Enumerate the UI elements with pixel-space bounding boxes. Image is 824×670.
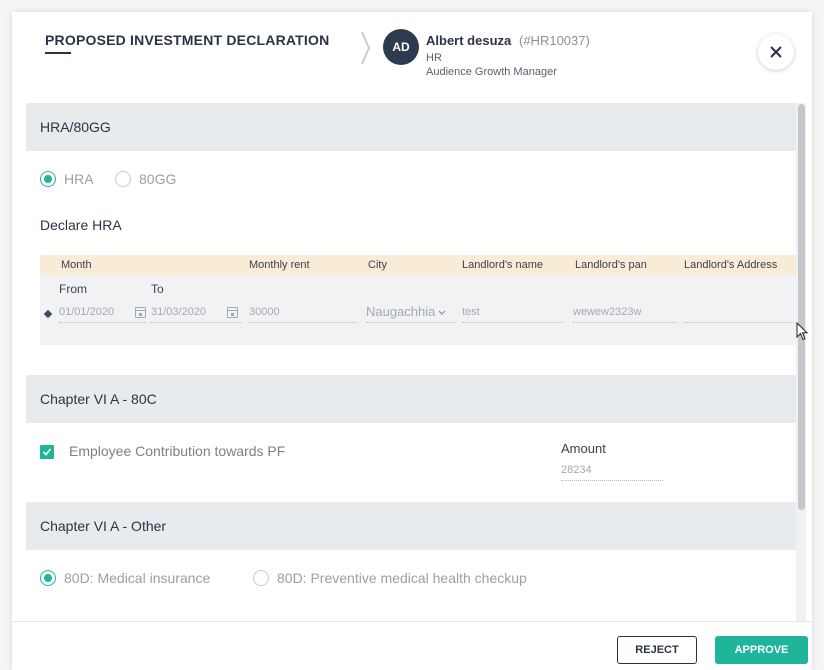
modal-footer: REJECT APPROVE <box>12 621 812 670</box>
checkmark-icon <box>42 448 52 456</box>
from-label: From <box>59 282 87 296</box>
from-date-value: 01/01/2020 <box>59 305 115 318</box>
monthly-rent-value: 30000 <box>249 305 280 318</box>
page-title: PROPOSED INVESTMENT DECLARATION <box>45 32 330 48</box>
amount-input[interactable]: 28234 <box>561 459 663 481</box>
reject-button[interactable]: REJECT <box>617 636 697 664</box>
avatar: AD <box>383 29 419 65</box>
section-header-other: Chapter VI A - Other <box>26 502 796 550</box>
close-button[interactable] <box>758 34 794 70</box>
modal-content: HRA/80GG HRA 80GG Declare HRA Month Mont… <box>26 103 796 621</box>
amount-label: Amount <box>561 441 606 456</box>
to-date-value: 31/03/2020 <box>151 305 207 318</box>
calendar-icon[interactable] <box>135 307 146 318</box>
employee-role: Audience Growth Manager <box>426 66 557 78</box>
landlord-name-value: test <box>462 305 480 318</box>
title-underline <box>45 52 71 54</box>
mouse-cursor-icon <box>796 322 809 341</box>
radio-label: 80D: Medical insurance <box>64 570 211 586</box>
column-month: Month <box>61 259 92 271</box>
to-date-input[interactable]: 31/03/2020 <box>151 301 241 323</box>
column-landlord-pan: Landlord's pan <box>575 259 647 271</box>
radio-label: 80GG <box>139 171 177 187</box>
amount-value: 28234 <box>561 463 592 476</box>
approve-button[interactable]: APPROVE <box>715 636 808 664</box>
employee-id: (#HR10037) <box>519 33 590 48</box>
radio-medical-insurance[interactable]: 80D: Medical insurance <box>40 570 210 586</box>
column-city: City <box>368 259 387 271</box>
city-value: Naugachhia <box>366 304 436 319</box>
scrollbar-thumb[interactable] <box>798 104 805 510</box>
section-header-80c: Chapter VI A - 80C <box>26 375 796 423</box>
modal-header: PROPOSED INVESTMENT DECLARATION AD Alber… <box>12 12 812 102</box>
radio-unselected-icon <box>253 570 269 586</box>
landlord-pan-value: wewew2323w <box>573 305 642 318</box>
radio-80gg[interactable]: 80GG <box>115 171 176 187</box>
column-landlord-name: Landlord's name <box>462 259 543 271</box>
landlord-name-input[interactable]: test <box>462 301 564 323</box>
radio-label: HRA <box>64 171 94 187</box>
radio-unselected-icon <box>115 171 131 187</box>
investment-declaration-modal: PROPOSED INVESTMENT DECLARATION AD Alber… <box>12 12 812 670</box>
radio-selected-icon <box>40 171 56 187</box>
hra-table-header: Month Monthly rent City Landlord's name … <box>40 255 796 275</box>
from-date-input[interactable]: 01/01/2020 <box>59 301 147 323</box>
section-header-hra: HRA/80GG <box>26 103 796 151</box>
row-marker-icon <box>43 309 53 319</box>
monthly-rent-input[interactable]: 30000 <box>249 301 357 323</box>
radio-label: 80D: Preventive medical health checkup <box>277 570 527 586</box>
radio-preventive-checkup[interactable]: 80D: Preventive medical health checkup <box>253 570 527 586</box>
pf-checkbox[interactable] <box>40 445 54 459</box>
radio-selected-icon <box>40 570 56 586</box>
column-landlord-address: Landlord's Address <box>684 259 778 271</box>
employee-name: Albert desuza <box>426 33 512 48</box>
column-monthly-rent: Monthly rent <box>249 259 310 271</box>
to-label: To <box>151 282 164 296</box>
radio-hra[interactable]: HRA <box>40 171 94 187</box>
chevron-down-icon <box>438 310 446 315</box>
chevron-separator-icon <box>361 31 371 65</box>
declare-hra-heading: Declare HRA <box>40 217 122 233</box>
landlord-pan-input[interactable]: wewew2323w <box>573 301 677 323</box>
close-icon <box>770 46 782 58</box>
hra-table: Month Monthly rent City Landlord's name … <box>40 255 796 345</box>
employee-department: HR <box>426 52 442 64</box>
pf-label: Employee Contribution towards PF <box>69 443 286 459</box>
landlord-address-input[interactable] <box>684 301 794 323</box>
calendar-icon[interactable] <box>227 307 238 318</box>
city-select[interactable]: Naugachhia <box>366 301 456 323</box>
